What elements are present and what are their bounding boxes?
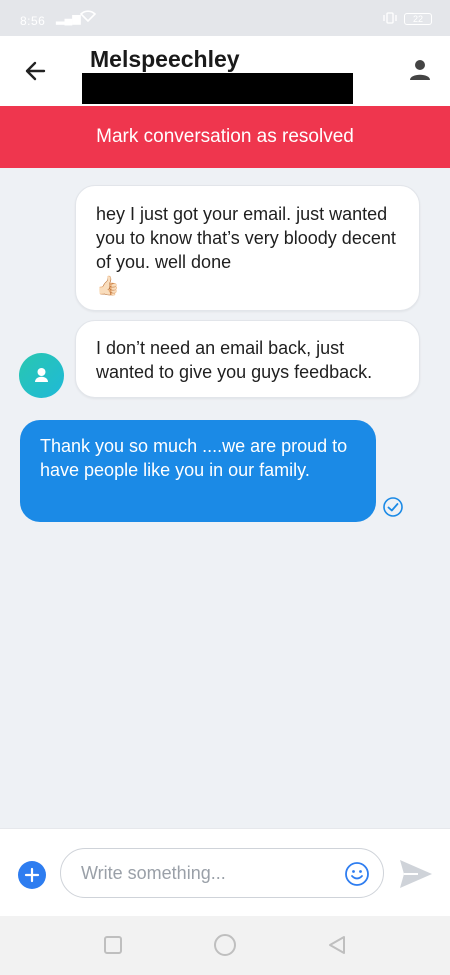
- app-header: Melspeechley: [0, 36, 450, 106]
- smiley-icon: [345, 862, 369, 886]
- vibrate-icon: [382, 12, 398, 27]
- message-bubble-outgoing: Thank you so much ....we are proud to ha…: [20, 420, 376, 522]
- message-bubble-incoming: I don’t need an email back, just wanted …: [75, 320, 420, 398]
- redacted-block: [82, 73, 353, 104]
- message-input[interactable]: [60, 848, 384, 898]
- check-circle-icon: [382, 496, 404, 518]
- avatar: [19, 353, 64, 398]
- back-button[interactable]: [20, 56, 50, 86]
- profile-button[interactable]: [406, 56, 434, 84]
- recent-apps-button[interactable]: [104, 936, 122, 954]
- add-button[interactable]: [18, 861, 46, 889]
- system-back-button[interactable]: [326, 934, 348, 956]
- triangle-back-icon: [329, 936, 345, 954]
- message-text: Thank you so much ....we are proud to ha…: [40, 436, 348, 480]
- system-nav-bar: [0, 916, 450, 975]
- signal-icon: ▂▄▆: [56, 13, 81, 25]
- contact-name: Melspeechley: [90, 46, 240, 72]
- status-time: 8:56: [20, 14, 46, 28]
- home-button[interactable]: [214, 934, 236, 956]
- status-bar: 8:56 ▂▄▆ 22: [0, 0, 450, 36]
- arrow-left-icon: [25, 61, 46, 81]
- send-button[interactable]: [398, 857, 434, 891]
- plus-icon: [24, 867, 40, 883]
- person-icon: [410, 60, 430, 80]
- message-text: I don’t need an email back, just wanted …: [96, 338, 373, 382]
- emoji-button[interactable]: [344, 861, 370, 887]
- mark-resolved-button[interactable]: Mark conversation as resolved: [0, 106, 450, 168]
- message-text: hey I just got your email. just wanted y…: [96, 204, 396, 272]
- message-bubble-incoming: hey I just got your email. just wanted y…: [75, 185, 420, 311]
- battery-icon: 22: [404, 13, 432, 25]
- send-icon: [400, 860, 432, 888]
- wifi-icon: [79, 10, 97, 25]
- compose-bar: [0, 828, 450, 916]
- person-icon: [35, 368, 48, 382]
- thumbs-up-icon: 👍🏻: [96, 276, 120, 297]
